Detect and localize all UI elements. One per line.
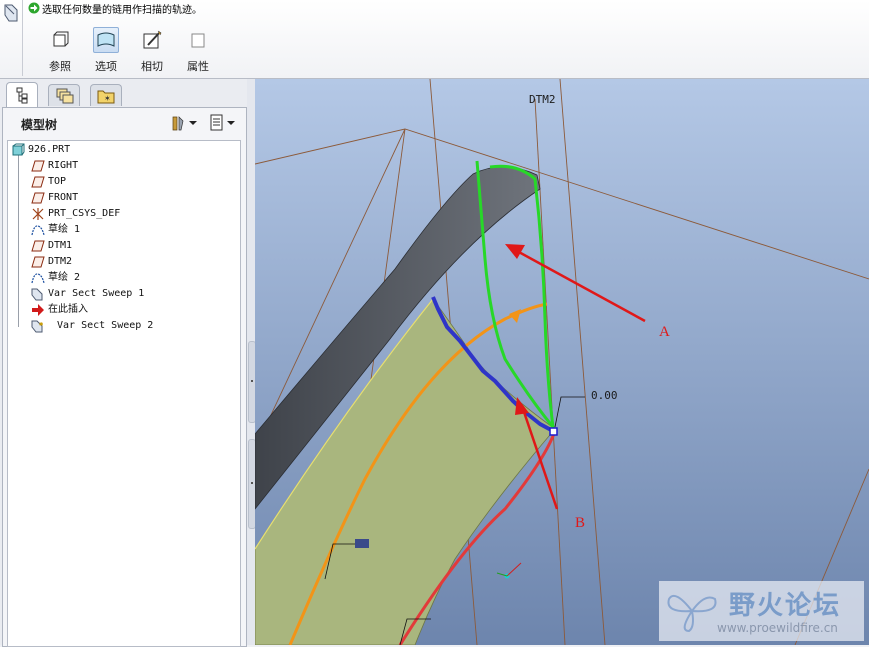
tangency-icon [143,30,162,49]
sweep-feature-new-icon: ✱ [31,320,44,333]
tab-options-label: 选项 [95,60,117,73]
tree-show-button[interactable] [208,113,240,133]
datum-plane-icon [31,176,45,188]
sketch-icon [31,273,45,284]
navigator-tab-layers[interactable] [48,84,80,106]
navigator-panel: ✶ 模型树 926.PRT RIGHT TOP FRONT PRT_CSYS_D… [0,79,247,647]
tree-item-label: FRONT [48,192,79,203]
graphics-window[interactable]: DTM2 0.00 A B 野火论坛 www.proewildfire.cn [255,79,869,645]
tree-connector [18,155,19,327]
reference-box-icon [53,31,69,47]
tab-properties-label: 属性 [187,60,209,73]
svg-text:✱: ✱ [39,320,44,328]
tree-item-label: Var Sect Sweep 1 [48,288,145,299]
insert-here-arrow-icon [32,304,44,316]
tab-references[interactable]: 参照 [40,27,80,74]
sweep-feature-icon [31,288,43,301]
model-tree-panel: 模型树 926.PRT RIGHT TOP FRONT PRT_CSYS_DEF… [2,107,247,647]
model-tree-list: 926.PRT RIGHT TOP FRONT PRT_CSYS_DEF 草绘 … [7,140,241,647]
navigator-tab-model-tree[interactable] [6,82,38,107]
forum-watermark: 野火论坛 www.proewildfire.cn [659,581,864,641]
prompt-message: 选取任何数量的链用作扫描的轨迹。 [42,5,202,16]
watermark-url: www.proewildfire.cn [717,621,838,635]
model-tree-title: 模型树 [21,118,58,132]
annotation-label-b: B [575,515,586,531]
prompt-arrow-icon [28,2,40,14]
tree-item-label: RIGHT [48,160,79,171]
sweep-dashboard: 选取任何数量的链用作扫描的轨迹。 参照 选项 相切 属性 [0,0,869,79]
tree-item-label: 在此插入 [48,304,88,315]
tree-item-label: 926.PRT [28,144,71,155]
options-surface-icon [93,27,119,53]
navigator-tab-favorites[interactable]: ✶ [90,84,122,106]
datum-label-dtm2: DTM2 [529,93,556,106]
pick-point-handle[interactable] [549,427,558,436]
navigator-tabs: ✶ [2,82,245,108]
datum-plane-icon [31,240,45,252]
datum-plane-icon [31,192,45,204]
tree-item-label: 草绘 1 [48,224,81,235]
butterfly-logo-icon [667,595,717,633]
dashboard-separator [22,0,23,76]
watermark-title: 野火论坛 [729,591,842,621]
tab-options[interactable]: 选项 [86,27,126,74]
sketch-icon [31,225,45,236]
tree-item-label: PRT_CSYS_DEF [48,208,121,219]
properties-icon [191,33,205,48]
model-view[interactable] [255,79,869,645]
panel-splitter[interactable] [247,79,256,645]
dimension-value[interactable]: 0.00 [591,389,618,402]
tree-settings-button[interactable] [169,113,201,133]
curve-tag [355,539,369,548]
tree-item-label: TOP [48,176,67,187]
tree-item-label: Var Sect Sweep 2 [57,320,154,331]
datum-plane-icon [31,256,45,268]
tab-references-label: 参照 [49,60,71,73]
datum-plane-icon [31,160,45,172]
annotation-label-a: A [659,324,670,340]
model-tree-icon [16,87,28,104]
tab-tangency[interactable]: 相切 [132,27,172,74]
svg-text:✶: ✶ [104,94,111,103]
folder-star-icon: ✶ [97,90,115,104]
tree-item-label: DTM2 [48,256,73,267]
tree-item-label: DTM1 [48,240,73,251]
tree-item-label: 草绘 2 [48,272,81,283]
part-icon [12,143,25,156]
coordinate-system-icon [32,208,44,220]
variable-section-sweep-icon [4,4,18,22]
tab-properties[interactable]: 属性 [178,27,218,74]
layers-icon [56,88,74,104]
tab-tangency-label: 相切 [141,60,163,73]
